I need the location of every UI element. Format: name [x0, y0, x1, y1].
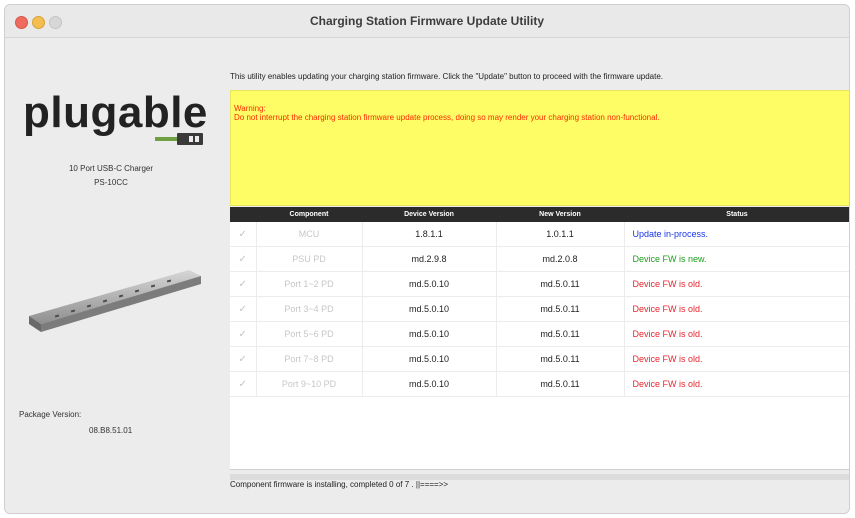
table-row: ✓ Port 5~6 PD md.5.0.10 md.5.0.11 Device…: [230, 321, 849, 347]
status-text: Device FW is old.: [624, 271, 849, 297]
column-header-check: [230, 207, 256, 222]
app-window: Charging Station Firmware Update Utility…: [4, 4, 850, 514]
main-panel: This utility enables updating your charg…: [230, 38, 849, 513]
title-bar: Charging Station Firmware Update Utility: [5, 5, 849, 38]
status-text: Device FW is old.: [624, 346, 849, 372]
device-version: md.5.0.10: [362, 321, 497, 347]
component-table: Component Device Version New Version Sta…: [230, 207, 849, 470]
component-name: PSU PD: [256, 246, 363, 272]
status-text: Device FW is old.: [624, 321, 849, 347]
package-version-label: Package Version:: [19, 410, 82, 419]
column-header-status: Status: [624, 207, 849, 222]
row-checkbox[interactable]: ✓: [230, 346, 257, 372]
new-version: md.5.0.11: [496, 296, 625, 322]
table-row: ✓ Port 3~4 PD md.5.0.10 md.5.0.11 Device…: [230, 296, 849, 322]
usb-plug-icon: [155, 133, 203, 145]
sidebar: plugable 10 Port USB-C Charger PS-10CC P…: [5, 38, 217, 513]
table-header-row: Component Device Version New Version Sta…: [230, 207, 849, 222]
new-version: 1.0.1.1: [496, 222, 625, 247]
table-row: ✓ MCU 1.8.1.1 1.0.1.1 Update in-process.: [230, 222, 849, 247]
component-name: MCU: [256, 222, 363, 247]
package-version-value: 08.B8.51.01: [89, 426, 133, 435]
new-version: md.5.0.11: [496, 271, 625, 297]
device-version: md.5.0.10: [362, 346, 497, 372]
column-header-component: Component: [256, 207, 362, 222]
warning-title: Warning:: [234, 104, 266, 113]
plugable-logo: plugable: [23, 88, 208, 137]
device-version: md.5.0.10: [362, 371, 497, 397]
intro-text: This utility enables updating your charg…: [230, 72, 664, 81]
status-text: Device FW is new.: [624, 246, 849, 272]
row-checkbox[interactable]: ✓: [230, 321, 257, 347]
new-version: md.5.0.11: [496, 346, 625, 372]
new-version: md.2.0.8: [496, 246, 625, 272]
component-name: Port 3~4 PD: [256, 296, 363, 322]
component-name: Port 9~10 PD: [256, 371, 363, 397]
new-version: md.5.0.11: [496, 321, 625, 347]
progress-text: Component firmware is installing, comple…: [230, 480, 449, 489]
product-name: 10 Port USB-C Charger: [68, 164, 154, 173]
window-title: Charging Station Firmware Update Utility: [309, 14, 545, 28]
table-row: ✓ Port 1~2 PD md.5.0.10 md.5.0.11 Device…: [230, 271, 849, 297]
device-version: md.2.9.8: [362, 246, 497, 272]
status-text: Device FW is old.: [624, 296, 849, 322]
row-checkbox[interactable]: ✓: [230, 222, 257, 247]
new-version: md.5.0.11: [496, 371, 625, 397]
product-model: PS-10CC: [94, 178, 128, 187]
row-checkbox[interactable]: ✓: [230, 271, 257, 297]
status-text: Device FW is old.: [624, 371, 849, 397]
device-version: md.5.0.10: [362, 271, 497, 297]
row-checkbox[interactable]: ✓: [230, 371, 257, 397]
component-name: Port 1~2 PD: [256, 271, 363, 297]
table-row: ✓ Port 9~10 PD md.5.0.10 md.5.0.11 Devic…: [230, 371, 849, 397]
device-version: md.5.0.10: [362, 296, 497, 322]
table-row: ✓ Port 7~8 PD md.5.0.10 md.5.0.11 Device…: [230, 346, 849, 372]
charger-device-image: [29, 270, 201, 332]
warning-text: Do not interrupt the charging station fi…: [234, 113, 660, 122]
column-header-device-version: Device Version: [362, 207, 496, 222]
status-text: Update in-process.: [624, 222, 849, 247]
device-version: 1.8.1.1: [362, 222, 497, 247]
row-checkbox[interactable]: ✓: [230, 296, 257, 322]
column-header-new-version: New Version: [496, 207, 624, 222]
component-name: Port 5~6 PD: [256, 321, 363, 347]
warning-box: Warning: Do not interrupt the charging s…: [230, 90, 849, 206]
component-name: Port 7~8 PD: [256, 346, 363, 372]
table-row: ✓ PSU PD md.2.9.8 md.2.0.8 Device FW is …: [230, 246, 849, 272]
row-checkbox[interactable]: ✓: [230, 246, 257, 272]
